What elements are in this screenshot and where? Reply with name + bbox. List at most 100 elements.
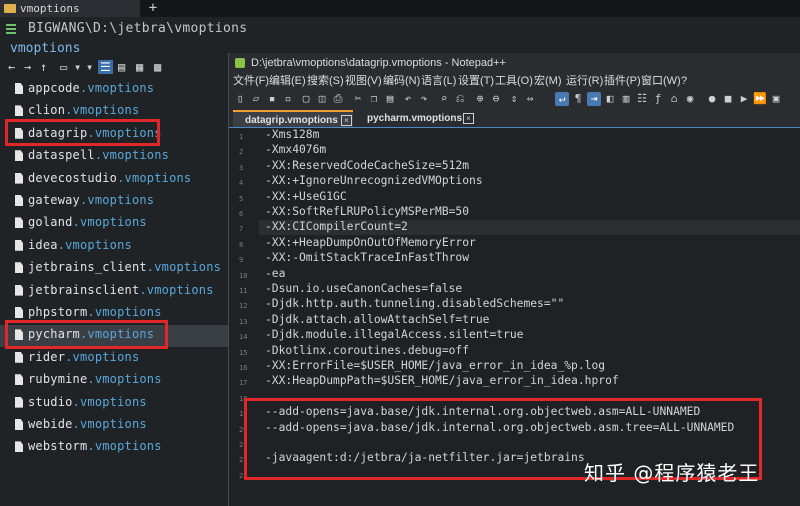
list-view-icon[interactable]: ☰: [98, 60, 113, 74]
find-icon[interactable]: ⌕: [437, 92, 451, 106]
close-tab-icon[interactable]: ×: [341, 115, 352, 126]
copy-icon[interactable]: ❐: [367, 92, 381, 106]
new-tab-button[interactable]: +: [143, 0, 163, 17]
doc-map-icon[interactable]: ▥: [619, 92, 633, 106]
open-file-icon[interactable]: ▱: [249, 92, 263, 106]
menu-file[interactable]: 文件(F): [233, 73, 269, 90]
file-icon: [15, 172, 23, 184]
file-extension: .vmoptions: [79, 81, 155, 95]
path-bar[interactable]: BIGWANG\D:\jetbra\vmoptions: [0, 20, 800, 38]
file-extension: .vmoptions: [87, 439, 162, 454]
drive-icon[interactable]: ▭: [60, 60, 67, 74]
menu-language[interactable]: 语言(L): [421, 73, 456, 90]
file-extension: .vmoptions: [72, 394, 147, 409]
run-multiple-icon[interactable]: ⏩: [753, 92, 767, 106]
file-name: jetbrainsclient.vmoptions: [28, 283, 214, 297]
code-line: -XX:HeapDumpPath=$USER_HOME/java_error_i…: [265, 374, 619, 388]
forward-arrow-icon[interactable]: →: [24, 60, 31, 74]
tab-pycharm[interactable]: pycharm.vmoptions ×: [353, 110, 477, 127]
file-base: clion: [28, 103, 66, 118]
line-number: 15: [239, 348, 248, 357]
stop-macro-icon[interactable]: ■: [721, 92, 735, 106]
file-extension: .vmoptions: [65, 349, 140, 364]
indent-guide-icon[interactable]: ⇥: [587, 92, 601, 106]
code-line: -Djdk.http.auth.tunneling.disabledScheme…: [265, 297, 565, 311]
monitor-icon[interactable]: ◉: [683, 92, 697, 106]
zoom-out-icon[interactable]: ⊖: [489, 92, 503, 106]
zoom-in-icon[interactable]: ⊕: [473, 92, 487, 106]
undo-icon[interactable]: ↶: [401, 92, 415, 106]
file-extension: .vmoptions: [57, 237, 132, 252]
all-chars-icon[interactable]: ¶: [571, 92, 585, 106]
close-all-icon[interactable]: ◫: [315, 92, 329, 106]
close-tab-icon[interactable]: ×: [463, 113, 474, 124]
menu-macro[interactable]: 宏(M): [534, 73, 562, 90]
cut-icon[interactable]: ✂: [351, 92, 365, 106]
details-view-icon[interactable]: ▤: [118, 60, 125, 74]
redo-icon[interactable]: ↷: [417, 92, 431, 106]
file-icon: [15, 262, 23, 274]
document-tabs: datagrip.vmoptions × pycharm.vmoptions ×: [229, 110, 800, 128]
record-macro-icon[interactable]: ●: [705, 92, 719, 106]
menu-plugins[interactable]: 插件(P): [604, 73, 641, 90]
paste-icon[interactable]: ▤: [383, 92, 397, 106]
save-macro-icon[interactable]: ▣: [769, 92, 783, 106]
back-arrow-icon[interactable]: ←: [8, 60, 15, 74]
menu-run[interactable]: 运行(R): [566, 73, 603, 90]
file-base: jetbrainsclient: [28, 282, 140, 297]
new-file-icon[interactable]: ▯: [233, 92, 247, 106]
replace-icon[interactable]: ⎌: [453, 92, 467, 106]
dropdown-icon[interactable]: ▾: [74, 60, 81, 74]
tab-pycharm-label: pycharm.vmoptions: [367, 113, 463, 124]
toolbar: ▯ ▱ ▪ ▫ ▢ ◫ ⎙ ✂ ❐ ▤ ↶ ↷ ⌕ ⎌ ⊕ ⊖ ⇕ ⇔ ↵ ¶ …: [229, 90, 800, 110]
line-number: 8: [239, 240, 244, 249]
notepad-window: D:\jetbra\vmoptions\datagrip.vmoptions -…: [228, 53, 800, 506]
line-number: 10: [239, 271, 248, 280]
print-icon[interactable]: ⎙: [331, 92, 345, 106]
file-name: studio.vmoptions: [28, 395, 147, 409]
code-line: -XX:-OmitStackTraceInFastThrow: [265, 251, 470, 265]
line-number: 7: [239, 225, 244, 234]
file-name: goland.vmoptions: [28, 215, 147, 229]
code-line: -ea: [265, 266, 286, 280]
file-extension: .vmoptions: [79, 193, 155, 207]
file-base: phpstorm: [28, 305, 88, 319]
menu-help[interactable]: ?: [681, 73, 687, 90]
save-icon[interactable]: ▪: [265, 92, 279, 106]
icons-view-icon[interactable]: ▩: [154, 60, 161, 74]
lang-define-icon[interactable]: ◧: [603, 92, 617, 106]
tiles-view-icon[interactable]: ▦: [136, 60, 143, 74]
line-number: 2: [239, 148, 244, 157]
file-extension: .vmoptions: [117, 170, 192, 185]
scroll-down-icon[interactable]: ▾: [86, 60, 93, 74]
code-line: -Djdk.module.illegalAccess.silent=true: [265, 328, 524, 342]
menu-view[interactable]: 视图(V): [345, 73, 382, 90]
function-list-icon[interactable]: ƒ: [651, 92, 665, 106]
window-title: D:\jetbra\vmoptions\datagrip.vmoptions -…: [251, 57, 506, 69]
close-icon[interactable]: ▢: [299, 92, 313, 106]
menu-search[interactable]: 搜索(S): [307, 73, 344, 90]
save-all-icon[interactable]: ▫: [281, 92, 295, 106]
file-name: webide.vmoptions: [28, 417, 147, 431]
menu-icon[interactable]: [6, 24, 16, 34]
sync-vertical-icon[interactable]: ⇕: [507, 92, 521, 106]
sync-horizontal-icon[interactable]: ⇔: [523, 92, 537, 106]
tab-vmoptions[interactable]: vmoptions: [0, 0, 140, 17]
tab-datagrip[interactable]: datagrip.vmoptions ×: [233, 110, 353, 127]
code-line: -XX:ReservedCodeCacheSize=512m: [265, 158, 470, 172]
line-number: 17: [239, 379, 248, 388]
doc-list-icon[interactable]: ☷: [635, 92, 649, 106]
menu-encoding[interactable]: 编码(N): [383, 73, 420, 90]
file-base: devecostudio: [28, 170, 118, 185]
menu-window[interactable]: 窗口(W): [641, 73, 681, 90]
file-name: clion.vmoptions: [28, 103, 139, 117]
up-arrow-icon[interactable]: ↑: [40, 60, 47, 74]
folder-workspace-icon[interactable]: ⌂: [667, 92, 681, 106]
word-wrap-icon[interactable]: ↵: [555, 92, 569, 106]
menu-edit[interactable]: 编辑(E): [269, 73, 306, 90]
play-macro-icon[interactable]: ▶: [737, 92, 751, 106]
file-name: rubymine.vmoptions: [28, 372, 162, 386]
menu-settings[interactable]: 设置(T): [458, 73, 494, 90]
menu-tools[interactable]: 工具(O): [495, 73, 533, 90]
code-line: -XX:+HeapDumpOnOutOfMemoryError: [265, 235, 476, 249]
